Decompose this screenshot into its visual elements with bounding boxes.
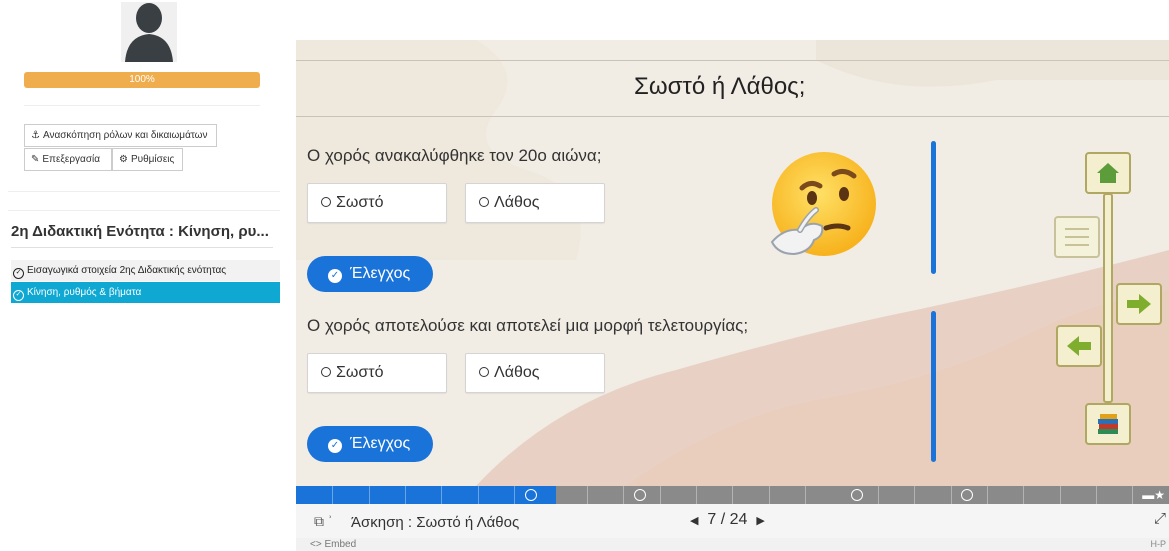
check-button[interactable]: ✓ Έλεγχος xyxy=(307,256,433,292)
answer-true-button[interactable]: Σωστό xyxy=(307,353,447,393)
next-button[interactable] xyxy=(1116,283,1162,325)
presentation-footer: ⧉ ʾ Άσκηση : Σωστό ή Λάθος ◀ 7 / 24 ▶ ⤢ xyxy=(296,504,1169,538)
slides-list-icon[interactable]: ⧉ ʾ xyxy=(314,513,333,530)
slide-title-bar: Σωστό ή Λάθος; xyxy=(296,60,1169,117)
strip-task-dot[interactable] xyxy=(961,489,973,501)
answer-label: Λάθος xyxy=(494,194,540,211)
divider xyxy=(24,105,260,106)
strip-task-dot[interactable] xyxy=(525,489,537,501)
answer-false-button[interactable]: Λάθος xyxy=(465,353,605,393)
page: 100% ⚓ Ανασκόπηση ρόλων και δικαιωμάτων ✎… xyxy=(0,0,1169,551)
strip-task-dot[interactable] xyxy=(634,489,646,501)
star-icon: ▬★ xyxy=(1142,488,1165,502)
previous-button[interactable] xyxy=(1056,325,1102,367)
course-presentation: Σωστό ή Λάθος; Ο χορός ανακαλύφθηκε τον … xyxy=(296,40,1169,551)
radio-icon xyxy=(321,197,331,207)
answer-label: Σωστό xyxy=(336,364,384,381)
answer-true-button[interactable]: Σωστό xyxy=(307,183,447,223)
divider xyxy=(11,247,273,248)
divider-line xyxy=(931,311,936,462)
answer-label: Λάθος xyxy=(494,364,540,381)
check-button[interactable]: ✓ Έλεγχος xyxy=(307,426,433,462)
embed-link[interactable]: <> Embed xyxy=(310,539,356,550)
edit-button-label: Επεξεργασία xyxy=(42,154,100,165)
divider-line xyxy=(931,141,936,274)
pencil-icon: ✎ xyxy=(31,154,40,165)
anchor-icon: ⚓ xyxy=(31,130,40,141)
fullscreen-icon[interactable]: ⤢ xyxy=(1154,510,1166,527)
avatar xyxy=(121,2,177,62)
check-button-label: Έλεγχος xyxy=(350,435,411,452)
check-icon: ✓ xyxy=(328,439,342,453)
check-circle-icon: ✓ xyxy=(13,290,24,301)
home-icon xyxy=(1097,163,1119,183)
roles-button[interactable]: ⚓ Ανασκόπηση ρόλων και δικαιωμάτων xyxy=(24,124,217,147)
page-separator: / xyxy=(720,511,726,528)
arrow-left-icon xyxy=(1067,336,1091,356)
course-progress-bar: 100% xyxy=(24,72,260,88)
lesson-item[interactable]: ✓ Εισαγωγικά στοιχεία 2ης Διδακτικής ενότ… xyxy=(11,260,280,281)
settings-button-label: Ρυθμίσεις xyxy=(130,154,175,165)
profile-block: 100% ⚓ Ανασκόπηση ρόλων και δικαιωμάτων ✎… xyxy=(8,0,280,192)
current-page: 7 xyxy=(707,511,717,528)
settings-button[interactable]: ⚙ Ρυθμίσεις xyxy=(112,148,183,171)
next-slide-icon[interactable]: ▶ xyxy=(756,515,764,527)
slide-title: Σωστό ή Λάθος; xyxy=(634,73,806,100)
total-pages: 24 xyxy=(729,511,748,528)
edit-button[interactable]: ✎ Επεξεργασία xyxy=(24,148,112,171)
question-text: Ο χορός αποτελούσε και αποτελεί μια μορφ… xyxy=(307,316,749,335)
slide-progress-strip[interactable]: ▬★ xyxy=(296,486,1169,504)
h5p-logo: H-P xyxy=(1150,539,1167,549)
gear-icon: ⚙ xyxy=(119,154,128,165)
radio-icon xyxy=(479,197,489,207)
lesson-label: Εισαγωγικά στοιχεία 2ης Διδακτικής ενότη… xyxy=(27,265,227,276)
progress-fill: 100% xyxy=(24,72,260,88)
books-button[interactable] xyxy=(1085,403,1131,445)
menu-icon xyxy=(1065,228,1089,246)
strip-completed xyxy=(296,486,556,504)
books-icon xyxy=(1098,414,1118,434)
check-circle-icon: ✓ xyxy=(13,268,24,279)
home-button[interactable] xyxy=(1085,152,1131,194)
pager: ◀ 7 / 24 ▶ xyxy=(690,511,765,529)
embed-bar: <> Embed H-P xyxy=(296,538,1169,551)
thinking-face-icon xyxy=(770,152,876,256)
nav-rail xyxy=(1103,193,1113,403)
answer-label: Σωστό xyxy=(336,194,384,211)
lesson-label: Κίνηση, ρυθμός & βήματα xyxy=(27,287,142,298)
unit-title: 2η Διδακτική Ενότητα : Κίνηση, ρυ... xyxy=(11,223,269,240)
check-button-label: Έλεγχος xyxy=(350,265,411,282)
sidebar: 100% ⚓ Ανασκόπηση ρόλων και δικαιωμάτων ✎… xyxy=(0,0,281,551)
strip-task-dot[interactable] xyxy=(851,489,863,501)
unit-block: 2η Διδακτική Ενότητα : Κίνηση, ρυ... ✓ Ει… xyxy=(8,210,280,310)
menu-button[interactable] xyxy=(1054,216,1100,258)
check-icon: ✓ xyxy=(328,269,342,283)
radio-icon xyxy=(321,367,331,377)
lesson-item-active[interactable]: ✓ Κίνηση, ρυθμός & βήματα xyxy=(11,282,280,303)
roles-button-label: Ανασκόπηση ρόλων και δικαιωμάτων xyxy=(42,130,208,141)
arrow-right-icon xyxy=(1127,294,1151,314)
slide-label: Άσκηση : Σωστό ή Λάθος xyxy=(351,514,520,531)
answer-false-button[interactable]: Λάθος xyxy=(465,183,605,223)
slide: Σωστό ή Λάθος; Ο χορός ανακαλύφθηκε τον … xyxy=(296,40,1169,486)
radio-icon xyxy=(479,367,489,377)
question-text: Ο χορός ανακαλύφθηκε τον 20ο αιώνα; xyxy=(307,146,602,165)
previous-slide-icon[interactable]: ◀ xyxy=(690,515,698,527)
